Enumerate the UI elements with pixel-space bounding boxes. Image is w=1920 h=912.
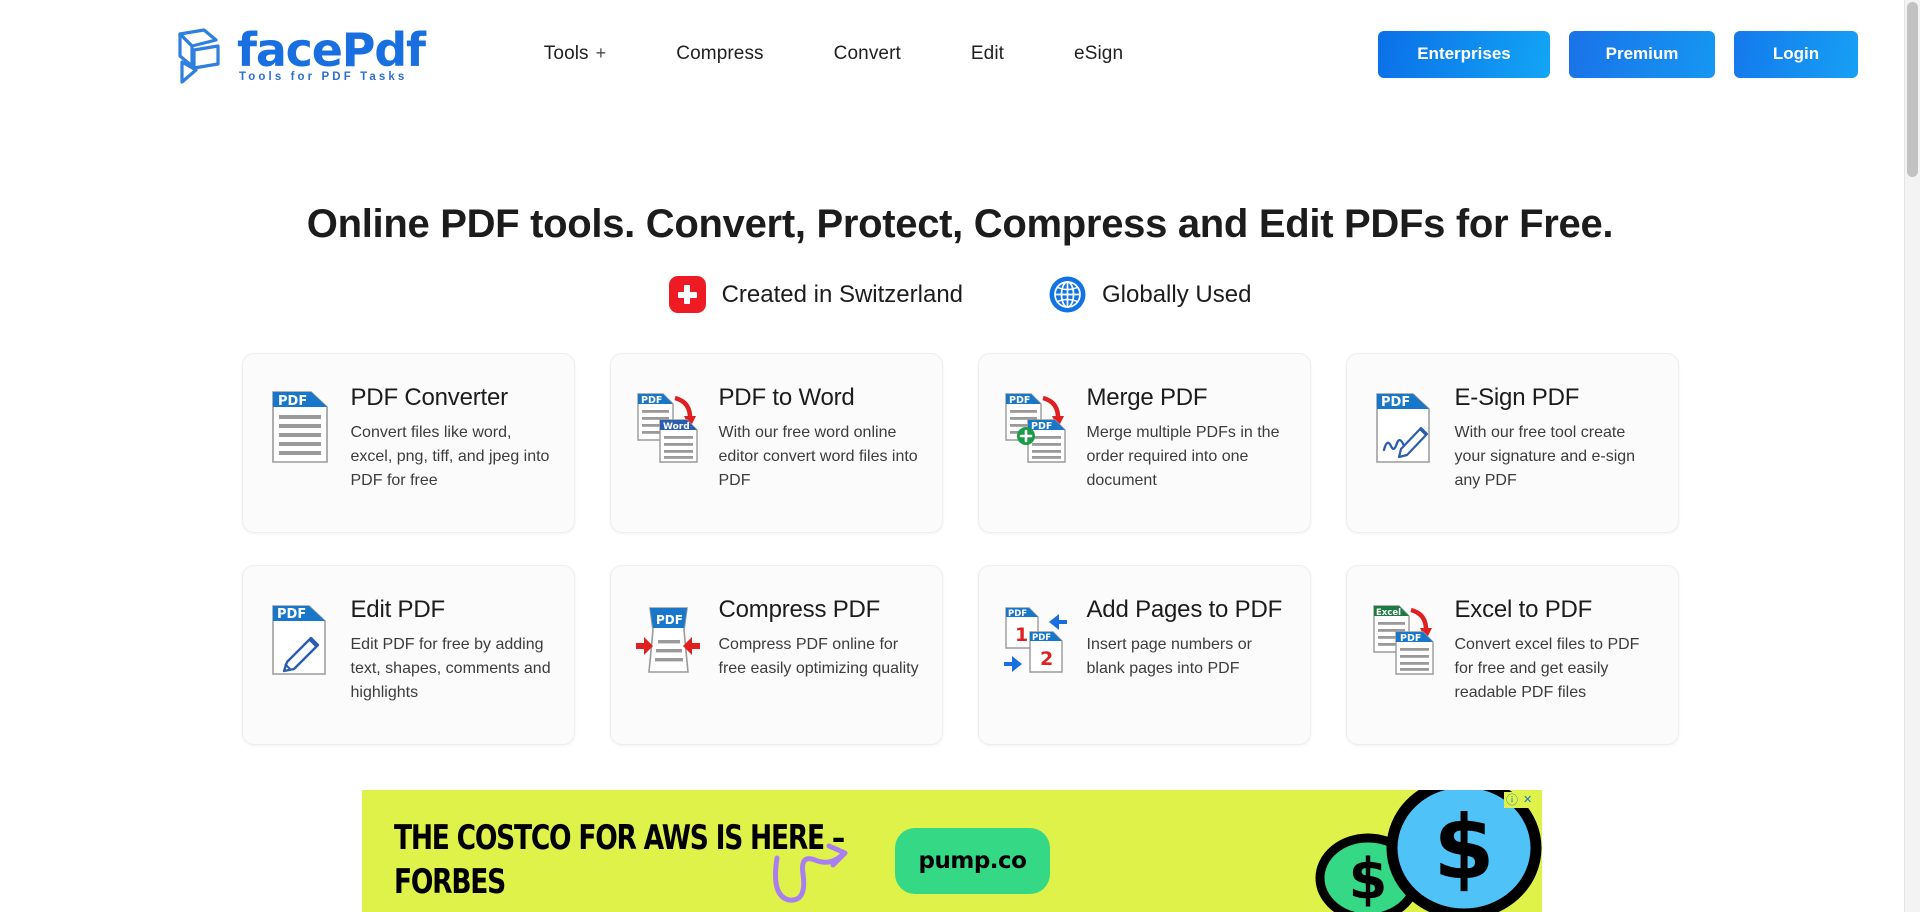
ad-close-icon[interactable]: ✕ [1523,793,1537,807]
tools-row-1: PDF PDF Converter Convert files like wor… [0,353,1920,533]
swiss-cross-icon [668,276,706,313]
tool-description: Merge multiple PDFs in the order require… [1086,424,1280,489]
logo-mark-icon [178,28,220,84]
login-button[interactable]: Login [1734,30,1858,78]
logo-tagline: Tools for PDF Tasks [239,71,408,83]
tool-card-edit-pdf[interactable]: PDF Edit PDF Edit PDF for free by adding… [241,565,575,745]
excel-to-pdf-icon: Excel PDF [1372,605,1434,675]
ad-curved-arrow-icon [773,843,848,903]
tool-title: Edit PDF [350,596,446,623]
tool-description: Compress PDF online for free easily opti… [718,636,919,677]
tool-title: PDF to Word [718,384,855,411]
badge-switzerland: Created in Switzerland [668,276,964,313]
page-scrollbar[interactable] [1904,0,1920,912]
svg-text:Word: Word [663,422,690,432]
tool-card-esign-pdf[interactable]: PDF E-Sign PDF With our free tool create… [1345,353,1679,533]
ad-controls: ⓘ ✕ [1504,792,1539,808]
header-actions: Enterprises Premium Login [1378,30,1858,78]
logo-wordmark: facePdf [237,23,426,77]
tool-description: Insert page numbers or blank pages into … [1086,636,1252,677]
tool-card-merge-pdf[interactable]: PDF PDF Merge PDF Merge multiple PDFs in… [977,353,1311,533]
badge-label-global: Globally Used [1102,280,1252,308]
svg-text:PDF: PDF [1032,633,1051,643]
nav-item-edit[interactable]: Edit [936,33,1039,75]
globe-icon [1049,276,1086,313]
advertisement-banner[interactable]: THE COSTCO FOR AWS IS HERE – FORBES pump… [362,790,1542,912]
nav-item-compress[interactable]: Compress [641,33,798,75]
svg-text:PDF: PDF [656,613,683,627]
tool-title: Merge PDF [1086,384,1208,411]
add-pages-icon: PDF 1 PDF 2 [1003,607,1067,673]
tool-description: With our free tool create your signature… [1454,424,1636,489]
nav-item-convert[interactable]: Convert [799,33,936,75]
svg-text:1: 1 [1015,624,1028,646]
pdf-to-word-icon: PDF Word [636,393,698,463]
svg-text:PDF: PDF [1381,395,1410,410]
trust-badges: Created in Switzerland Globally Used [0,276,1920,313]
plus-icon: + [595,43,607,63]
enterprises-button[interactable]: Enterprises [1378,30,1550,78]
pdf-document-icon: PDF [271,391,328,463]
hero-section: Online PDF tools. Convert, Protect, Comp… [0,200,1920,313]
tool-description: With our free word online editor convert… [718,424,918,489]
nav-label-tools: Tools [543,43,589,64]
svg-text:PDF: PDF [641,395,662,406]
logo-word-pdf: Pdf [341,23,426,77]
svg-text:$: $ [1433,796,1494,899]
site-header: facePdf Tools for PDF Tasks Tools + Compr… [0,0,1920,108]
svg-text:$: $ [1349,847,1388,912]
ad-coins-icon: $ $ [1315,790,1542,912]
tool-card-excel-to-pdf[interactable]: Excel PDF Excel to PDF Convert excel fil… [1345,565,1679,745]
ad-info-icon[interactable]: ⓘ [1506,793,1520,807]
tool-card-compress-pdf[interactable]: PDF Compress PDF Compress PDF online for… [609,565,943,745]
svg-text:PDF: PDF [1009,395,1030,406]
tool-description: Convert files like word, excel, png, tif… [350,424,550,489]
premium-button[interactable]: Premium [1569,30,1715,78]
svg-text:PDF: PDF [278,394,307,409]
svg-text:PDF: PDF [1400,633,1421,644]
logo-word-face: face [237,23,343,77]
svg-text:Excel: Excel [1376,608,1401,618]
nav-item-esign[interactable]: eSign [1039,33,1158,75]
ad-brand-label: pump.co [918,848,1027,874]
tool-card-pdf-to-word[interactable]: PDF Word PDF to Word With our free word … [609,353,943,533]
merge-pdf-icon: PDF PDF [1004,393,1066,463]
tool-title: Excel to PDF [1454,596,1593,623]
tool-title: Add Pages to PDF [1086,596,1283,623]
tool-title: E-Sign PDF [1454,384,1580,411]
compress-pdf-icon: PDF [635,607,700,673]
tool-title: Compress PDF [718,596,881,623]
tools-grid: PDF PDF Converter Convert files like wor… [0,353,1920,745]
esign-pdf-icon: PDF [1375,393,1430,463]
scrollbar-thumb[interactable] [1907,2,1918,177]
tool-card-pdf-converter[interactable]: PDF PDF Converter Convert files like wor… [241,353,575,533]
page-title: Online PDF tools. Convert, Protect, Comp… [306,202,1614,246]
ad-brand-pill[interactable]: pump.co [895,828,1050,894]
main-navigation: Tools + Compress Convert Edit eSign [509,33,1158,75]
svg-text:PDF: PDF [277,607,306,622]
logo[interactable]: facePdf Tools for PDF Tasks [170,22,426,86]
badge-label-switzerland: Created in Switzerland [721,280,964,308]
tool-description: Edit PDF for free by adding text, shapes… [350,636,551,701]
tool-title: PDF Converter [350,384,509,411]
svg-text:2: 2 [1040,648,1053,670]
edit-pdf-icon: PDF [271,605,326,675]
svg-text:PDF: PDF [1031,421,1052,432]
tool-description: Convert excel files to PDF for free and … [1454,636,1640,701]
tool-card-add-pages[interactable]: PDF 1 PDF 2 Add Pages to PDF Insert page… [977,565,1311,745]
badge-global: Globally Used [1049,276,1251,313]
tools-row-2: PDF Edit PDF Edit PDF for free by adding… [0,565,1920,745]
svg-text:PDF: PDF [1008,609,1027,619]
nav-item-tools[interactable]: Tools + [509,33,641,75]
